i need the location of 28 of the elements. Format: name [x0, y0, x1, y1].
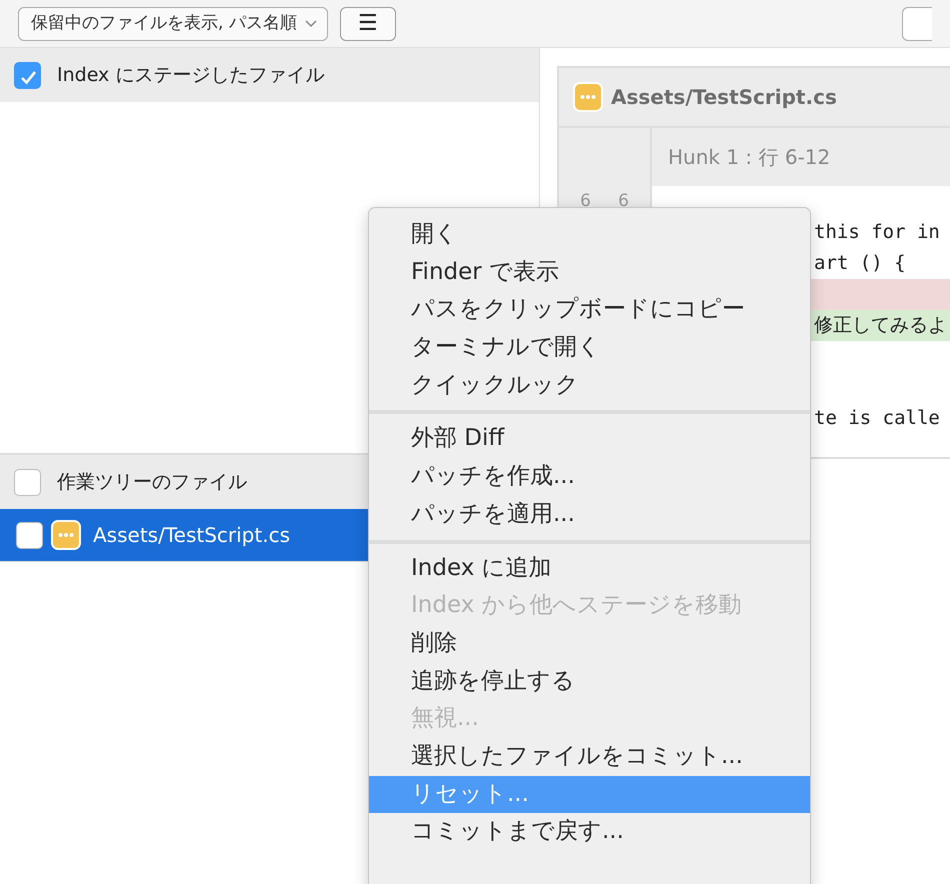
chevron-icon	[304, 20, 317, 28]
menu-item[interactable]: パッチを作成...	[369, 458, 810, 496]
checkbox[interactable]	[14, 468, 41, 496]
menu-item[interactable]: Finder で表示	[369, 254, 810, 292]
toolbar-field[interactable]	[902, 6, 932, 40]
menu-item[interactable]: コミットまで戻す...	[369, 813, 810, 851]
checkbox[interactable]	[14, 62, 41, 88]
checkbox[interactable]	[16, 522, 43, 548]
menu-item[interactable]: 削除	[369, 624, 810, 663]
line-number: 6	[579, 190, 592, 213]
hunk-header: Hunk 1 : 行 6-12	[652, 128, 950, 186]
file-path: Assets/TestScript.cs	[611, 84, 837, 111]
view-dropdown[interactable]: 保留中のファイルを表示, パス名順	[18, 6, 328, 40]
section-label: 作業ツリーのファイル	[57, 470, 247, 495]
file-name: Assets/TestScript.cs	[93, 522, 290, 549]
menu-item[interactable]: クイックルック	[369, 366, 810, 404]
file-icon	[51, 520, 81, 550]
file-icon	[573, 82, 603, 112]
line-number: 6	[617, 190, 630, 213]
menu-button[interactable]: ☰	[340, 6, 396, 40]
code-line: this for in	[814, 220, 940, 246]
code-line: art () {	[814, 251, 906, 276]
menu-item[interactable]: 開く	[369, 216, 810, 254]
menu-item[interactable]: 外部 Diff	[369, 420, 810, 458]
menu-item[interactable]: 追跡を停止する	[369, 662, 810, 700]
section-label: Index にステージしたファイル	[57, 62, 324, 88]
menu-item[interactable]: 選択したファイルをコミット...	[369, 738, 810, 776]
code-line: te is calle	[814, 406, 940, 432]
